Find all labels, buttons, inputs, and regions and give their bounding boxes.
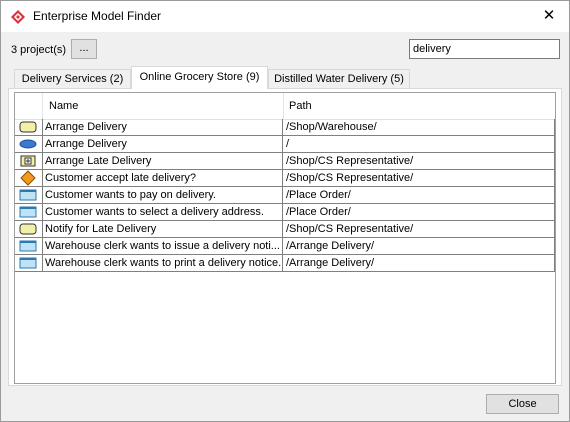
use-case-icon [19, 139, 37, 149]
table-row[interactable]: Customer accept late delivery?/Shop/CS R… [15, 170, 555, 187]
row-path-cell: / [284, 136, 555, 152]
select-projects-button[interactable]: ... [71, 39, 97, 59]
search-input[interactable] [409, 39, 560, 59]
gateway-icon [20, 170, 36, 186]
row-name-cell: Arrange Late Delivery [43, 153, 283, 169]
table-row[interactable]: Notify for Late Delivery/Shop/CS Represe… [15, 221, 555, 238]
row-icon-cell [15, 136, 43, 152]
row-icon-cell [15, 238, 43, 254]
table-header: Name Path [15, 93, 555, 120]
row-name-cell: Warehouse clerk wants to issue a deliver… [43, 238, 283, 254]
row-name-cell: Arrange Delivery [43, 119, 283, 135]
tab-online-grocery-store[interactable]: Online Grocery Store (9) [131, 66, 268, 89]
row-path-cell: /Shop/Warehouse/ [284, 119, 555, 135]
user-story-icon [19, 257, 37, 269]
close-window-icon[interactable]: ✕ [537, 5, 561, 27]
results-table: Name Path Arrange Delivery/Shop/Warehous… [14, 92, 556, 384]
window-title: Enterprise Model Finder [33, 9, 162, 23]
project-count-label: 3 project(s) [11, 44, 67, 56]
row-icon-cell [15, 119, 43, 135]
row-name-cell: Arrange Delivery [43, 136, 283, 152]
tab-delivery-services[interactable]: Delivery Services (2) [14, 69, 131, 88]
subprocess-icon [20, 155, 36, 167]
row-name-cell: Warehouse clerk wants to print a deliver… [45, 255, 283, 271]
column-header-path[interactable]: Path [289, 93, 312, 119]
row-name-cell: Customer wants to pay on delivery. [43, 187, 283, 203]
column-header-name[interactable]: Name [49, 93, 78, 119]
table-row[interactable]: Warehouse clerk wants to issue a deliver… [15, 238, 555, 255]
table-row[interactable]: Arrange Delivery/Shop/Warehouse/ [15, 119, 555, 136]
process-icon [19, 121, 37, 133]
table-row[interactable]: Customer wants to select a delivery addr… [15, 204, 555, 221]
row-icon-cell [15, 204, 43, 220]
row-icon-cell [15, 255, 43, 271]
header-divider [283, 93, 284, 119]
user-story-icon [19, 206, 37, 218]
enterprise-model-finder-dialog: Enterprise Model Finder ✕ 3 project(s) .… [0, 0, 570, 422]
row-path-cell: /Arrange Delivery/ [284, 238, 555, 254]
user-story-icon [19, 240, 37, 252]
table-row[interactable]: Warehouse clerk wants to print a deliver… [15, 255, 555, 272]
row-path-cell: /Place Order/ [284, 187, 555, 203]
row-icon-cell [15, 170, 43, 186]
row-icon-cell [15, 153, 43, 169]
row-name-cell: Customer accept late delivery? [43, 170, 283, 186]
title-bar: Enterprise Model Finder ✕ [1, 1, 569, 32]
user-story-icon [19, 189, 37, 201]
table-row[interactable]: Arrange Late Delivery/Shop/CS Representa… [15, 153, 555, 170]
row-name-cell: Customer wants to select a delivery addr… [43, 204, 283, 220]
row-icon-cell [15, 221, 43, 237]
table-row[interactable]: Arrange Delivery / [15, 136, 555, 153]
row-path-cell: /Arrange Delivery/ [284, 255, 555, 271]
row-path-cell: /Shop/CS Representative/ [284, 221, 555, 237]
process-icon [19, 223, 37, 235]
header-divider [42, 93, 43, 119]
table-row[interactable]: Customer wants to pay on delivery./Place… [15, 187, 555, 204]
close-button[interactable]: Close [486, 394, 559, 414]
row-icon-cell [15, 187, 43, 203]
tab-distilled-water-delivery[interactable]: Distilled Water Delivery (5) [268, 69, 410, 88]
row-path-cell: /Place Order/ [284, 204, 555, 220]
row-path-cell: /Shop/CS Representative/ [284, 153, 555, 169]
row-name-cell: Notify for Late Delivery [43, 221, 283, 237]
app-logo-icon [11, 10, 25, 24]
row-path-cell: /Shop/CS Representative/ [284, 170, 555, 186]
